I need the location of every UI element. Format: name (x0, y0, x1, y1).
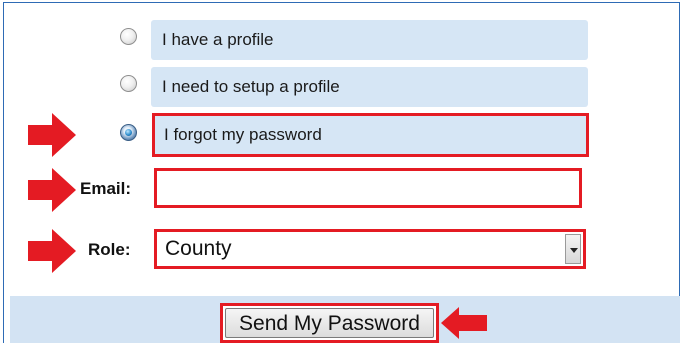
option-forgot-password[interactable]: I forgot my password (152, 113, 589, 157)
role-selected-value: County (165, 237, 232, 260)
email-field[interactable] (154, 168, 582, 208)
chevron-down-icon[interactable] (565, 234, 581, 264)
arrow-right-icon (28, 168, 76, 212)
option-setup-profile[interactable]: I need to setup a profile (151, 67, 588, 107)
radio-have-profile[interactable] (120, 28, 137, 45)
send-password-button[interactable]: Send My Password (220, 303, 439, 343)
option-have-profile[interactable]: I have a profile (151, 20, 588, 60)
role-select[interactable]: County (154, 229, 586, 269)
email-label: Email: (80, 179, 132, 198)
option-setup-profile-label: I need to setup a profile (162, 77, 340, 96)
option-have-profile-label: I have a profile (162, 30, 274, 49)
radio-forgot-password[interactable] (120, 124, 137, 141)
role-label: Role: (88, 240, 131, 259)
radio-setup-profile[interactable] (120, 75, 137, 92)
option-forgot-password-label: I forgot my password (164, 125, 322, 144)
send-password-label: Send My Password (225, 308, 434, 338)
arrow-right-icon (28, 113, 76, 157)
arrow-right-icon (28, 229, 76, 273)
arrow-left-icon (441, 307, 487, 339)
